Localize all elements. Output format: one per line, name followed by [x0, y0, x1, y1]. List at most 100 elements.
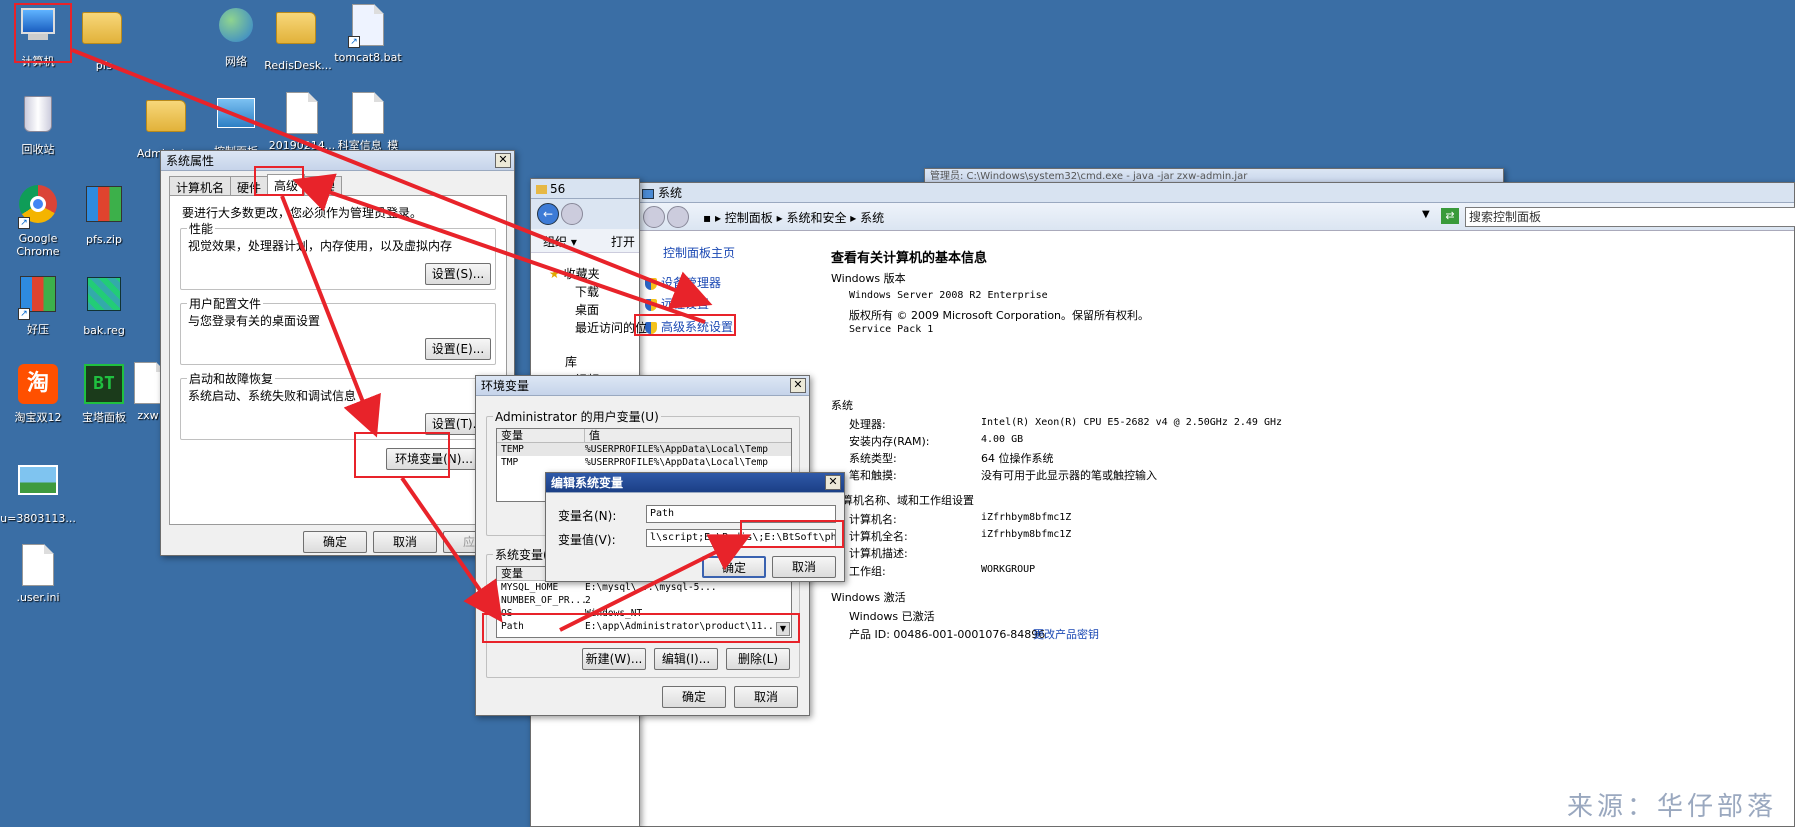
- document-icon: [280, 92, 324, 136]
- section-activation: Windows 激活: [831, 591, 906, 604]
- cancel-button[interactable]: 取消: [772, 556, 836, 578]
- document-icon: [346, 92, 390, 136]
- desktop-icon-tomcat[interactable]: ↗ tomcat8.bat: [330, 4, 406, 64]
- edit-variable-button[interactable]: 编辑(I)...: [654, 648, 718, 670]
- section-system: 系统: [831, 399, 853, 412]
- desktop-icon-redisdesk[interactable]: RedisDesk...: [260, 4, 336, 72]
- close-icon[interactable]: ✕: [495, 153, 511, 168]
- nav-downloads[interactable]: 下载: [575, 283, 599, 300]
- user-folder-icon: [146, 100, 190, 144]
- row-value: 没有可用于此显示器的笔或触控输入: [981, 469, 1157, 482]
- reg-file-icon: [82, 277, 126, 321]
- row-value: 64 位操作系统: [981, 452, 1054, 465]
- change-product-key-link[interactable]: 更改产品密钥: [1033, 626, 1099, 642]
- desktop-icon-chrome[interactable]: ↗ Google Chrome: [0, 182, 76, 258]
- shield-icon: [645, 277, 657, 290]
- page-title: 查看有关计算机的基本信息: [831, 251, 988, 266]
- folder-icon: [82, 12, 126, 56]
- close-icon[interactable]: ✕: [825, 475, 841, 490]
- advanced-tab-panel: 要进行大多数更改，您必须作为管理员登录。 性能 视觉效果，处理器计划，内存使用，…: [169, 195, 507, 525]
- delete-variable-button[interactable]: 删除(L): [726, 648, 790, 670]
- copyright-value: 版权所有 © 2009 Microsoft Corporation。保留所有权利…: [849, 309, 1150, 322]
- desktop-icon-taobao[interactable]: 淘 淘宝双12: [0, 362, 76, 424]
- refresh-icon[interactable]: ⇄: [1441, 208, 1459, 224]
- table-row[interactable]: MYSQL_HOME E:\mysql\...\mysql-5...: [497, 581, 791, 594]
- organize-menu[interactable]: 组织 ▾: [543, 233, 577, 250]
- dropdown-arrow-icon[interactable]: ▼: [1422, 209, 1430, 220]
- desktop-icon-keshi[interactable]: 科室信息_模: [330, 92, 406, 152]
- back-button[interactable]: [643, 206, 665, 228]
- cancel-button[interactable]: 取消: [734, 686, 798, 708]
- control-panel-icon: [214, 98, 258, 142]
- ok-button[interactable]: 确定: [662, 686, 726, 708]
- variable-value-label: 变量值(V):: [558, 533, 616, 547]
- explorer-nav: ←: [531, 199, 639, 229]
- product-id: 产品 ID: 00486-001-0001076-84896: [849, 628, 1046, 641]
- startup-recovery-desc: 系统启动、系统失败和调试信息: [188, 389, 357, 403]
- performance-group: 性能 视觉效果，处理器计划，内存使用，以及虚拟内存 设置(S)...: [180, 220, 496, 290]
- annotation-box-advanced-settings: [634, 314, 736, 336]
- table-row[interactable]: TEMP %USERPROFILE%\AppData\Local\Temp: [497, 443, 791, 456]
- shield-icon: [645, 298, 657, 311]
- admin-note: 要进行大多数更改，您必须作为管理员登录。: [182, 206, 423, 220]
- desktop-icon-file-20190214[interactable]: 20190214...: [264, 92, 340, 152]
- new-variable-button[interactable]: 新建(W)...: [582, 648, 646, 670]
- bat-file-icon: ↗: [346, 4, 390, 48]
- performance-desc: 视觉效果，处理器计划，内存使用，以及虚拟内存: [188, 239, 453, 253]
- table-row[interactable]: NUMBER_OF_PR... 2: [497, 594, 791, 607]
- row-value: WORKGROUP: [981, 564, 1036, 575]
- row-value: iZfrhbym8bfmc1Z: [981, 512, 1072, 523]
- open-button[interactable]: 打开: [611, 233, 635, 250]
- system-properties-titlebar: 系统属性 ✕: [161, 151, 514, 171]
- startup-recovery-group: 启动和故障恢复 系统启动、系统失败和调试信息 设置(T)...: [180, 370, 496, 440]
- row-key: 计算机全名:: [849, 530, 908, 543]
- cancel-button[interactable]: 取消: [373, 531, 437, 553]
- nav-desktop[interactable]: 桌面: [575, 301, 599, 318]
- table-row[interactable]: TMP %USERPROFILE%\AppData\Local\Temp: [497, 456, 791, 469]
- list-header: 变量值: [497, 429, 791, 443]
- row-value: iZfrhbym8bfmc1Z: [981, 529, 1072, 540]
- user-profiles-settings-button[interactable]: 设置(E)...: [425, 338, 491, 360]
- back-button[interactable]: ←: [537, 203, 559, 225]
- edition-value: Windows Server 2008 R2 Enterprise: [849, 290, 1048, 301]
- desktop-icon-recycle[interactable]: 回收站: [0, 92, 76, 156]
- performance-settings-button[interactable]: 设置(S)...: [425, 263, 491, 285]
- system-window-icon: [642, 188, 654, 199]
- forward-button[interactable]: [561, 203, 583, 225]
- desktop-icon-haozip[interactable]: ↗ 好压: [0, 272, 76, 336]
- folder-icon: [536, 185, 547, 194]
- sidebar-item-remote-settings[interactable]: 远程设置: [645, 295, 709, 312]
- sidebar-item-device-manager[interactable]: 设备管理器: [645, 274, 721, 291]
- row-key: 处理器:: [849, 418, 886, 431]
- breadcrumb[interactable]: ▪ ▸ 控制面板 ▸ 系统和安全 ▸ 系统: [703, 209, 884, 226]
- taobao-icon: 淘: [16, 364, 60, 408]
- star-icon: ★: [549, 267, 560, 281]
- row-value: Intel(R) Xeon(R) CPU E5-2682 v4 @ 2.50GH…: [981, 417, 1283, 428]
- annotation-box-advanced-tab: [254, 166, 304, 196]
- annotation-box-path-row: [482, 613, 800, 643]
- desktop-icon-user-ini[interactable]: .user.ini: [0, 544, 76, 604]
- desktop-icon-pfs[interactable]: pfs: [66, 4, 142, 72]
- desktop-icon-bak-reg[interactable]: bak.reg: [66, 272, 142, 337]
- nav-favorites[interactable]: ★ 收藏夹: [549, 265, 600, 282]
- row-key: 工作组:: [849, 565, 886, 578]
- explorer-titlebar: 56: [531, 179, 639, 199]
- row-key: 安装内存(RAM):: [849, 435, 930, 448]
- desktop-icon-u3803113[interactable]: u=3803113...: [0, 458, 76, 525]
- sidebar-item-control-panel-home[interactable]: 控制面板主页: [663, 244, 735, 261]
- nav-library[interactable]: 库: [565, 353, 577, 370]
- forward-button[interactable]: [667, 206, 689, 228]
- system-properties-dialog[interactable]: 系统属性 ✕ 计算机名 硬件 高级 远程 要进行大多数更改，您必须作为管理员登录…: [160, 150, 515, 556]
- ok-button[interactable]: 确定: [702, 556, 766, 578]
- desktop-icon-control-panel[interactable]: 控制面板: [198, 92, 274, 158]
- desktop-icon-pfs-zip[interactable]: pfs.zip: [66, 182, 142, 246]
- service-pack-value: Service Pack 1: [849, 324, 934, 335]
- watermark: 来源：华仔部落: [1566, 792, 1777, 822]
- section-windows-edition: Windows 版本: [831, 272, 906, 285]
- edit-var-titlebar: 编辑系统变量 ✕: [546, 473, 844, 493]
- ok-button[interactable]: 确定: [303, 531, 367, 553]
- folder-icon: [276, 12, 320, 56]
- annotation-box-env-button: [354, 432, 450, 478]
- search-input[interactable]: 搜索控制面板: [1465, 207, 1795, 227]
- close-icon[interactable]: ✕: [790, 378, 806, 393]
